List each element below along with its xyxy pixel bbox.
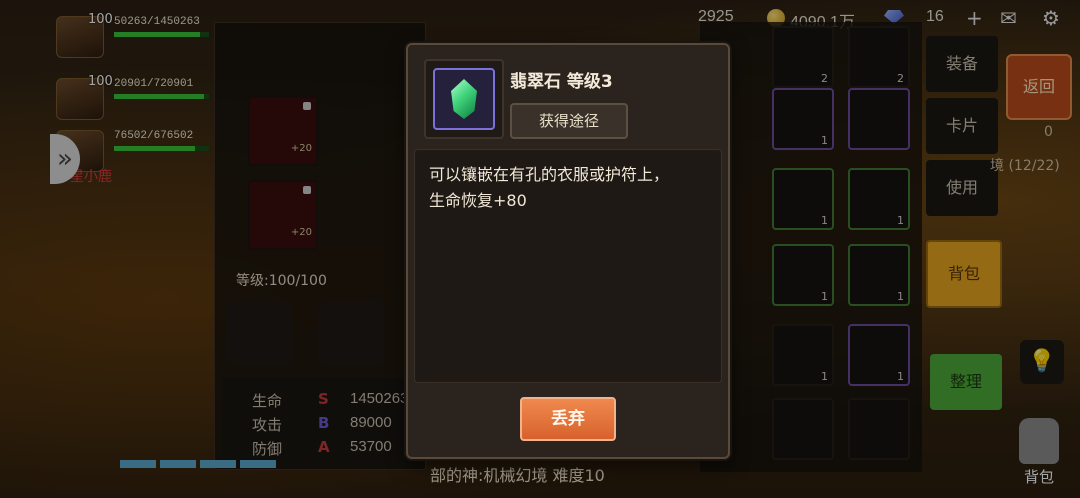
item-detail-dialog: 翡翠石 等级3 获得途径 可以镶嵌在有孔的衣服或护符上， 生命恢复+80 丢弃 <box>406 43 730 459</box>
item-icon-slot <box>433 68 495 130</box>
discard-button[interactable]: 丢弃 <box>520 397 616 441</box>
source-button[interactable]: 获得途径 <box>510 103 628 139</box>
item-name: 翡翠石 等级3 <box>510 72 613 92</box>
description-line: 可以镶嵌在有孔的衣服或护符上， <box>429 165 670 184</box>
item-description-box: 可以镶嵌在有孔的衣服或护符上， 生命恢复+80 <box>414 149 722 383</box>
description-line: 生命恢复+80 <box>429 191 527 210</box>
emerald-gem-icon <box>451 79 477 119</box>
item-icon-frame <box>424 59 504 139</box>
